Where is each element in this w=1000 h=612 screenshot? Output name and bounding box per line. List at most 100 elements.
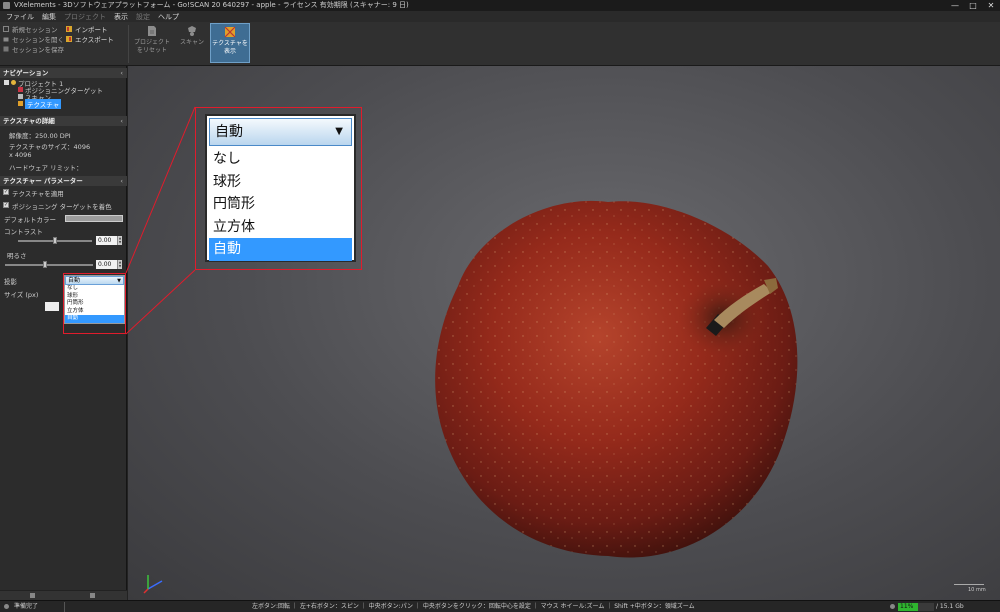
menu-settings[interactable]: 設定 xyxy=(136,12,150,22)
brightness-slider[interactable] xyxy=(5,264,93,266)
brightness-label: 明るさ xyxy=(7,252,27,260)
collapse-icon[interactable]: ‹ xyxy=(120,116,123,126)
scale-label: 10 mm xyxy=(968,587,986,593)
status-icon xyxy=(4,604,9,609)
projection-dropdown-zoomed[interactable]: 自動 ▼ なし 球形 円筒形 立方体 自動 xyxy=(205,114,356,262)
expand-icon[interactable] xyxy=(4,80,9,85)
save-icon xyxy=(3,46,9,52)
show-texture-label-2: 表示 xyxy=(223,48,236,55)
status-bar: 準備完了 左ボタン:回転 ｜ 左+右ボタン：スピン ｜ 中央ボタン:パン ｜ 中… xyxy=(0,600,1000,612)
menu-file[interactable]: ファイル xyxy=(6,12,34,22)
projection-select-zoomed[interactable]: 自動 ▼ xyxy=(209,118,352,146)
size-input[interactable] xyxy=(45,302,59,311)
collapse-icon[interactable]: ‹ xyxy=(120,176,123,186)
projection-option-none-zoomed[interactable]: なし xyxy=(209,148,352,171)
collapse-icon[interactable]: ‹ xyxy=(120,68,123,78)
projection-option-cube-zoomed[interactable]: 立方体 xyxy=(209,216,352,239)
projection-option-cylindrical-zoomed[interactable]: 円筒形 xyxy=(209,193,352,216)
reset-project-label-1: プロジェクト xyxy=(133,39,170,46)
open-folder-icon xyxy=(3,37,9,42)
scan-label: スキャン xyxy=(179,39,204,46)
brightness-value-field[interactable]: 0.00 xyxy=(96,260,118,269)
import-label: インポート xyxy=(75,26,108,34)
export-label: エクスポート xyxy=(75,36,114,44)
menu-project[interactable]: プロジェクト xyxy=(64,12,106,22)
brightness-spinner[interactable]: ▲ ▼ xyxy=(117,260,122,269)
default-color-swatch[interactable] xyxy=(65,215,123,222)
texture-params-header[interactable]: テクスチャー パラメーター ‹ xyxy=(0,176,127,186)
memory-icon xyxy=(890,604,895,609)
open-session-button[interactable]: セッションを開く xyxy=(3,34,64,44)
size-label: サイズ (px) xyxy=(4,291,39,299)
ribbon-separator xyxy=(128,25,129,63)
memory-total: / 15.1 Gb xyxy=(936,603,964,610)
chevron-down-icon: ▼ xyxy=(335,126,343,137)
apply-texture-label: テクスチャを適用 xyxy=(12,190,64,198)
hardware-limit-text: ハードウェア リミット： xyxy=(9,164,83,172)
title-bar: VXelements - 3Dソフトウェアプラットフォーム - Go!SCAN … xyxy=(0,0,1000,11)
contrast-value-field[interactable]: 0.00 xyxy=(96,236,118,245)
tree-view-icon[interactable] xyxy=(30,593,35,598)
texture-details-header[interactable]: テクスチャの詳細 ‹ xyxy=(0,116,127,126)
navigation-header[interactable]: ナビゲーション ‹ xyxy=(0,68,127,78)
brightness-slider-thumb[interactable] xyxy=(42,261,47,268)
document-icon xyxy=(148,26,156,36)
import-icon xyxy=(66,26,72,32)
open-session-label: セッションを開く xyxy=(12,36,64,44)
new-session-button[interactable]: 新規セッション xyxy=(3,24,58,34)
show-texture-label-1: テクスチャを xyxy=(212,40,248,47)
contrast-label: コントラスト xyxy=(4,228,43,236)
ribbon-toolbar: 新規セッション セッションを開く セッションを保存 インポート エクスポート プ… xyxy=(0,22,1000,66)
axis-triad-icon xyxy=(143,575,163,594)
tree-item-texture[interactable]: テクスチャ xyxy=(25,99,62,109)
show-texture-button[interactable]: テクスチャを 表示 xyxy=(210,23,250,63)
reset-project-button[interactable]: プロジェクト をリセット xyxy=(132,23,172,63)
status-divider xyxy=(64,602,65,612)
export-icon xyxy=(66,36,72,42)
save-session-label: セッションを保存 xyxy=(12,46,64,54)
minimize-button[interactable]: — xyxy=(946,0,964,11)
reset-project-label-2: をリセット xyxy=(136,47,167,54)
window-title: VXelements - 3Dソフトウェアプラットフォーム - Go!SCAN … xyxy=(14,1,409,9)
texture-size-text-2: x 4096 xyxy=(9,151,32,159)
projection-label: 投影 xyxy=(4,278,17,286)
scale-bar xyxy=(954,584,984,585)
texture-details-title: テクスチャの詳細 xyxy=(3,117,55,125)
import-button[interactable]: インポート xyxy=(66,24,108,34)
project-icon xyxy=(11,80,16,85)
projection-option-auto-zoomed[interactable]: 自動 xyxy=(209,238,352,261)
target-icon xyxy=(18,87,23,92)
status-ready: 準備完了 xyxy=(14,603,39,610)
color-targets-checkbox[interactable]: ✓ xyxy=(3,202,9,208)
highlight-box-small xyxy=(63,273,126,334)
list-view-icon[interactable] xyxy=(90,593,95,598)
menu-view[interactable]: 表示 xyxy=(114,12,128,22)
projection-option-spherical-zoomed[interactable]: 球形 xyxy=(209,171,352,194)
projection-selected-value-zoomed: 自動 xyxy=(215,124,243,140)
scanner-icon xyxy=(188,26,196,36)
texture-icon xyxy=(224,26,236,38)
texture-params-title: テクスチャー パラメーター xyxy=(3,177,83,185)
menu-edit[interactable]: 編集 xyxy=(42,12,56,22)
new-session-icon xyxy=(3,26,9,32)
scan-icon xyxy=(18,94,23,99)
resolution-text: 解像度：250.00 DPI xyxy=(9,132,71,140)
menu-bar: ファイル 編集 プロジェクト 表示 設定 ヘルプ xyxy=(0,11,1000,22)
export-button[interactable]: エクスポート xyxy=(66,34,114,44)
close-button[interactable]: ✕ xyxy=(982,0,1000,11)
apply-texture-checkbox[interactable]: ✓ xyxy=(3,189,9,195)
contrast-spinner[interactable]: ▲ ▼ xyxy=(117,236,122,245)
default-color-label: デフォルトカラー xyxy=(4,216,56,224)
menu-help[interactable]: ヘルプ xyxy=(158,12,179,22)
app-icon xyxy=(3,2,10,9)
memory-usage-bar: 11% xyxy=(898,603,934,611)
contrast-slider-thumb[interactable] xyxy=(53,237,57,244)
maximize-button[interactable]: □ xyxy=(964,0,982,11)
navigation-title: ナビゲーション xyxy=(3,69,49,77)
texture-size-text: テクスチャのサイズ：4096 xyxy=(9,143,91,151)
save-session-button[interactable]: セッションを保存 xyxy=(3,44,64,54)
new-session-label: 新規セッション xyxy=(12,26,58,34)
scan-button[interactable]: スキャン xyxy=(172,23,212,63)
color-targets-label: ポジショニング ターゲットを着色 xyxy=(12,203,112,211)
texture-icon xyxy=(18,101,23,106)
